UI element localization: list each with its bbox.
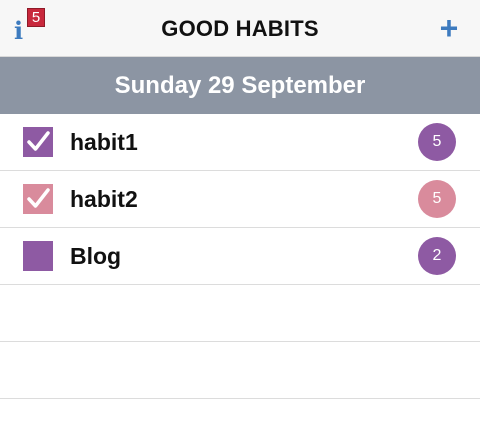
empty-list-row (0, 285, 480, 342)
add-habit-button[interactable]: + (436, 10, 462, 46)
habit-count-badge: 5 (418, 123, 456, 161)
habit-row[interactable]: habit2 5 (0, 171, 480, 228)
app-window: i 5 GOOD HABITS + Sunday 29 September ha… (0, 0, 480, 443)
plus-icon: + (439, 10, 459, 46)
habit-label: habit2 (70, 186, 138, 212)
habit-label: Blog (70, 243, 122, 269)
checked-checkbox-icon[interactable] (23, 127, 53, 157)
habit-count-badge: 2 (418, 237, 456, 275)
empty-list-row (0, 342, 480, 399)
page-title: GOOD HABITS (161, 16, 319, 41)
unchecked-checkbox-icon[interactable] (23, 241, 53, 271)
checked-checkbox-icon[interactable] (23, 184, 53, 214)
habit-list: habit1 5 habit2 5 Blog 2 (0, 114, 480, 399)
habit-count-badge: 5 (418, 180, 456, 218)
habit-label: habit1 (70, 129, 138, 155)
navigation-bar: i 5 GOOD HABITS + (0, 0, 480, 57)
date-label: Sunday 29 September (114, 72, 366, 99)
habit-row[interactable]: habit1 5 (0, 114, 480, 171)
date-header: Sunday 29 September (0, 57, 480, 114)
habit-row[interactable]: Blog 2 (0, 228, 480, 285)
